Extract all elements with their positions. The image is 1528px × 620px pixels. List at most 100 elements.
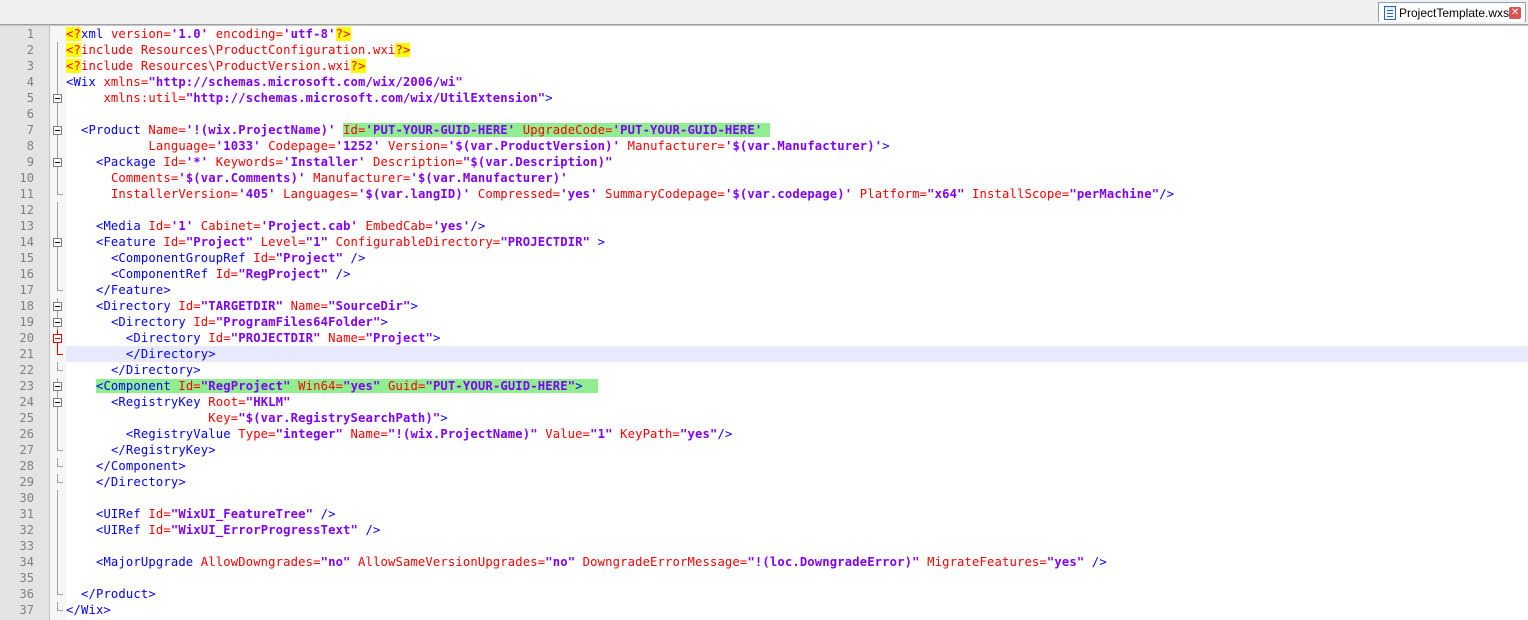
line-number: 5 — [26, 91, 34, 105]
code-line[interactable]: 28 </Component> — [0, 458, 1528, 474]
code-token: Id= — [178, 379, 201, 393]
code-line[interactable]: 9 <Package Id='*' Keywords='Installer' D… — [0, 154, 1528, 170]
code-token: "no" — [545, 555, 576, 569]
code-line[interactable]: 18 <Directory Id="TARGETDIR" Name="Sourc… — [0, 298, 1528, 314]
code-line[interactable]: 36 </Product> — [0, 586, 1528, 602]
line-number: 23 — [19, 379, 34, 393]
code-line[interactable]: 10 Comments='$(var.Comments)' Manufactur… — [0, 170, 1528, 186]
fold-toggle-icon[interactable] — [50, 394, 66, 410]
code-line[interactable]: 23 <Component Id="RegProject" Win64="yes… — [0, 378, 1528, 394]
code-line[interactable]: 22 </Directory> — [0, 362, 1528, 378]
code-line[interactable]: 1 <?xml version='1.0' encoding='utf-8'?> — [0, 26, 1528, 42]
code-token: "1" — [305, 235, 329, 249]
code-token: <Media — [95, 219, 149, 233]
line-number: 31 — [19, 507, 34, 521]
code-line[interactable]: 15 <ComponentGroupRef Id="Project" /> — [0, 250, 1528, 266]
code-token: Id= — [215, 267, 239, 281]
code-token: "WixUI_ErrorProgressText" — [170, 523, 359, 537]
fold-line — [50, 474, 66, 490]
code-token: '405' — [238, 187, 276, 201]
code-line[interactable]: 13 <Media Id='1' Cabinet='Project.cab' E… — [0, 218, 1528, 234]
code-line[interactable]: 20 <Directory Id="PROJECTDIR" Name="Proj… — [0, 330, 1528, 346]
code-text: </RegistryKey> — [66, 442, 1528, 458]
code-line[interactable]: 35 — [0, 570, 1528, 586]
code-line[interactable]: 16 <ComponentRef Id="RegProject" /> — [0, 266, 1528, 282]
code-text: InstallerVersion='405' Languages='$(var.… — [66, 186, 1528, 202]
code-line[interactable]: 21 </Directory> — [0, 346, 1528, 362]
fold-toggle-icon[interactable] — [50, 314, 66, 330]
code-line[interactable]: 3 <?include Resources\ProductVersion.wxi?… — [0, 58, 1528, 74]
code-token: </Wix> — [66, 603, 111, 617]
code-line[interactable]: 33 — [0, 538, 1528, 554]
code-token: </Product> — [80, 587, 156, 601]
code-line[interactable]: 17 </Feature> — [0, 282, 1528, 298]
code-line[interactable]: 14 <Feature Id="Project" Level="1" Confi… — [0, 234, 1528, 250]
code-token: > — [410, 299, 418, 313]
fold-line — [50, 170, 66, 186]
code-text: <Feature Id="Project" Level="1" Configur… — [66, 234, 1528, 250]
fold-line — [50, 410, 66, 426]
code-token: /> — [328, 267, 351, 281]
code-token: Root= — [208, 395, 246, 409]
code-editor[interactable]: 1 <?xml version='1.0' encoding='utf-8'?> 2… — [0, 25, 1528, 620]
code-line[interactable]: 25 Key="$(var.RegistrySearchPath)"> — [0, 410, 1528, 426]
line-number: 22 — [19, 363, 34, 377]
code-line[interactable]: 27 </RegistryKey> — [0, 442, 1528, 458]
code-line[interactable]: 4 <Wix xmlns="http://schemas.microsoft.co… — [0, 74, 1528, 90]
fold-toggle-icon[interactable] — [50, 298, 66, 314]
code-line[interactable]: 19 <Directory Id="ProgramFiles64Folder"> — [0, 314, 1528, 330]
code-line[interactable]: 32 <UIRef Id="WixUI_ErrorProgressText" /… — [0, 522, 1528, 538]
fold-toggle-icon[interactable] — [50, 154, 66, 170]
fold-toggle-icon[interactable] — [50, 122, 66, 138]
code-text: Comments='$(var.Comments)' Manufacturer=… — [66, 170, 1528, 186]
line-number: 26 — [19, 427, 34, 441]
fold-line — [50, 346, 66, 362]
code-line[interactable]: 29 </Directory> — [0, 474, 1528, 490]
code-line[interactable]: 6 — [0, 106, 1528, 122]
code-token: Value= — [537, 427, 591, 441]
code-line[interactable]: 12 — [0, 202, 1528, 218]
code-token: Comments= — [110, 171, 179, 185]
fold-toggle-icon[interactable] — [50, 378, 66, 394]
code-text: Language='1033' Codepage='1252' Version=… — [66, 138, 1528, 154]
fold-toggle-icon[interactable] — [50, 90, 66, 106]
code-token: <Product — [80, 123, 149, 137]
line-number: 16 — [19, 267, 34, 281]
code-line[interactable]: 34 <MajorUpgrade AllowDowngrades="no" Al… — [0, 554, 1528, 570]
code-token: > — [380, 315, 389, 329]
code-token: "yes" — [1046, 555, 1085, 569]
code-line[interactable]: 30 — [0, 490, 1528, 506]
code-token: 'PUT-YOUR-GUID-HERE' — [612, 123, 763, 137]
code-token: <Directory — [95, 299, 179, 313]
fold-toggle-icon[interactable] — [50, 234, 66, 250]
code-line[interactable]: 2 <?include Resources\ProductConfiguratio… — [0, 42, 1528, 58]
code-token: /> — [358, 523, 381, 537]
file-tab[interactable]: ProjectTemplate.wxs ✕ — [1378, 2, 1526, 22]
code-line[interactable]: 8 Language='1033' Codepage='1252' Versio… — [0, 138, 1528, 154]
code-token: 'Project.cab' — [260, 219, 359, 233]
code-token: Id= — [163, 155, 186, 169]
code-token: 'yes' — [560, 187, 598, 201]
code-line[interactable]: 5 xmlns:util="http://schemas.microsoft.c… — [0, 90, 1528, 106]
code-line[interactable]: 31 <UIRef Id="WixUI_FeatureTree" /> — [0, 506, 1528, 522]
fold-toggle-icon[interactable] — [50, 330, 66, 346]
code-line[interactable]: 37 </Wix> — [0, 602, 1528, 618]
code-line[interactable]: 7 <Product Name='!(wix.ProjectName)' Id=… — [0, 122, 1528, 138]
code-token: ?> — [350, 59, 366, 73]
code-token: "PUT-YOUR-GUID-HERE" — [425, 379, 576, 393]
code-token: Id= — [208, 331, 231, 345]
code-token: "HKLM" — [245, 395, 291, 409]
code-line[interactable]: 24 <RegistryKey Root="HKLM" — [0, 394, 1528, 410]
code-line[interactable]: 26 <RegistryValue Type="integer" Name="!… — [0, 426, 1528, 442]
code-token: </Component> — [95, 459, 186, 473]
code-line[interactable]: 11 InstallerVersion='405' Languages='$(v… — [0, 186, 1528, 202]
close-icon[interactable]: ✕ — [1509, 6, 1521, 19]
